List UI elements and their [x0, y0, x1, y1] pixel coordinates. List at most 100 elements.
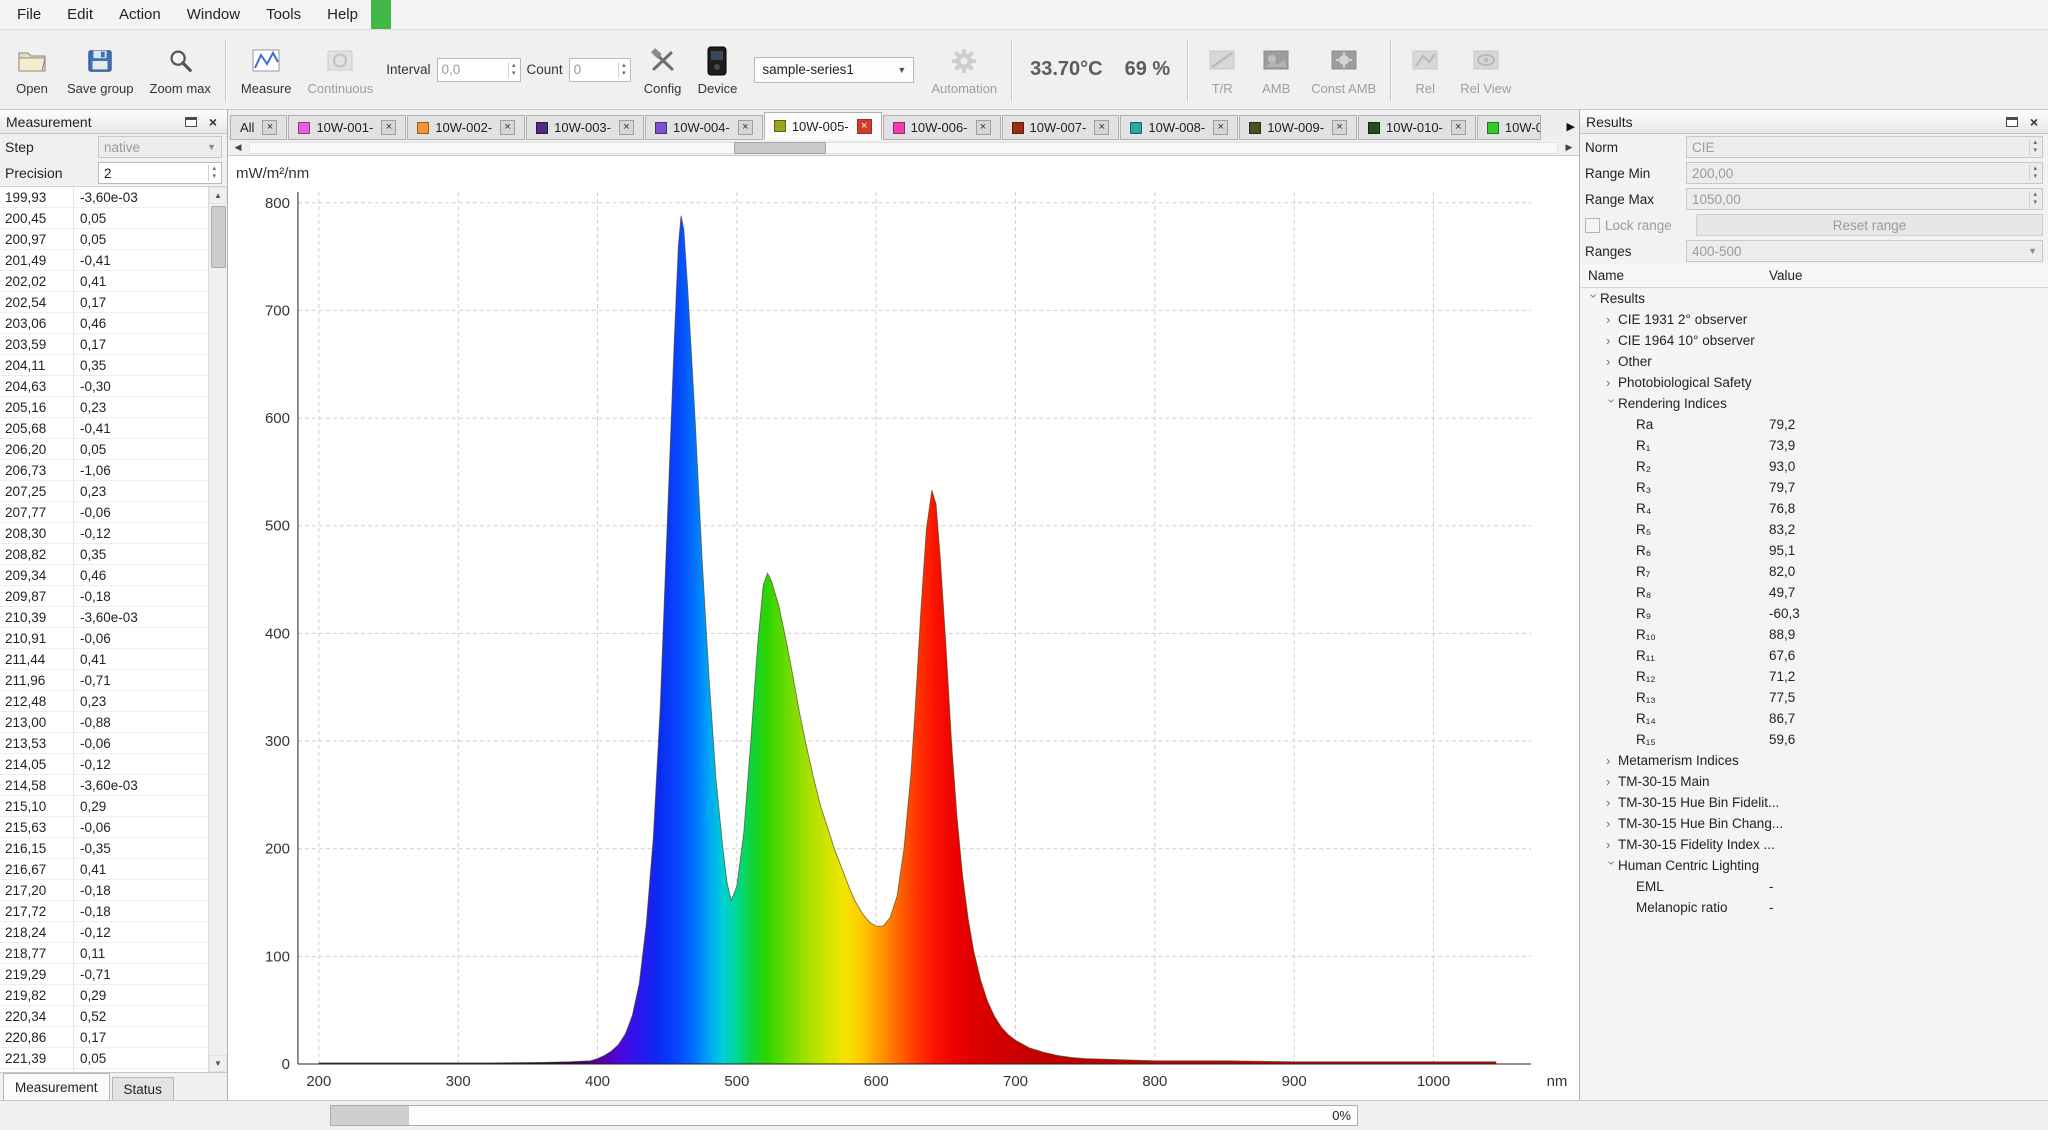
tab-10w-003[interactable]: 10W-003-×: [526, 115, 644, 140]
tree-item-r[interactable]: R₁73,9: [1580, 435, 2048, 456]
chevron-right-icon[interactable]: ›: [1606, 376, 1618, 389]
menu-help[interactable]: Help: [314, 0, 371, 29]
norm-select[interactable]: CIE ▴▾: [1686, 136, 2043, 158]
menu-file[interactable]: File: [4, 0, 54, 29]
rel-view-button[interactable]: Rel View: [1453, 34, 1518, 106]
tab-close-icon[interactable]: ×: [500, 120, 515, 135]
tree-item-eml[interactable]: EML-: [1580, 876, 2048, 897]
table-row[interactable]: 203,060,46: [0, 313, 208, 334]
tab-10w-006[interactable]: 10W-006-×: [883, 115, 1001, 140]
tree-item-ra[interactable]: Ra79,2: [1580, 414, 2048, 435]
zoom-max-button[interactable]: Zoom max: [143, 34, 218, 106]
table-row[interactable]: 204,63-0,30: [0, 376, 208, 397]
close-panel-button[interactable]: ×: [205, 114, 221, 129]
tab-scrollbar-thumb[interactable]: [734, 142, 826, 154]
table-row[interactable]: 212,480,23: [0, 691, 208, 712]
const-amb-button[interactable]: Const AMB: [1304, 34, 1383, 106]
tab-close-icon[interactable]: ×: [262, 120, 277, 135]
table-row[interactable]: 218,770,11: [0, 943, 208, 964]
tr-button[interactable]: T/R: [1196, 34, 1248, 106]
tree-item-r[interactable]: R₆95,1: [1580, 540, 2048, 561]
table-row[interactable]: 207,250,23: [0, 481, 208, 502]
ranges-select[interactable]: 400-500 ▼: [1686, 240, 2043, 262]
menu-edit[interactable]: Edit: [54, 0, 106, 29]
tab-10w-004[interactable]: 10W-004-×: [645, 115, 763, 140]
table-row[interactable]: 201,49-0,41: [0, 250, 208, 271]
tree-item-metamerism-indices[interactable]: ›Metamerism Indices: [1580, 750, 2048, 771]
tab-all[interactable]: All×: [230, 115, 287, 140]
chevron-right-icon[interactable]: ›: [1606, 775, 1618, 788]
table-row[interactable]: 205,160,23: [0, 397, 208, 418]
range-max-input[interactable]: 1050,00 ▴▾: [1686, 188, 2043, 210]
table-row[interactable]: 209,87-0,18: [0, 586, 208, 607]
chevron-down-icon[interactable]: ›: [1606, 861, 1619, 873]
chevron-right-icon[interactable]: ›: [1606, 754, 1618, 767]
chevron-right-icon[interactable]: ›: [1606, 796, 1618, 809]
tab-close-icon[interactable]: ×: [1213, 120, 1228, 135]
interval-spinner[interactable]: ▴▾: [508, 62, 516, 78]
count-input[interactable]: 0 ▴▾: [569, 58, 631, 82]
tree-item-photobiological-safety[interactable]: ›Photobiological Safety: [1580, 372, 2048, 393]
scroll-right-icon[interactable]: ▶: [1560, 141, 1578, 155]
table-row[interactable]: 219,820,29: [0, 985, 208, 1006]
open-button[interactable]: Open: [6, 34, 58, 106]
chevron-right-icon[interactable]: ›: [1606, 334, 1618, 347]
range-min-input[interactable]: 200,00 ▴▾: [1686, 162, 2043, 184]
table-row[interactable]: 217,20-0,18: [0, 880, 208, 901]
table-row[interactable]: 210,91-0,06: [0, 628, 208, 649]
tree-item-tm-30-15-main[interactable]: ›TM-30-15 Main: [1580, 771, 2048, 792]
chevron-right-icon[interactable]: ›: [1606, 838, 1618, 851]
close-panel-button[interactable]: ×: [2026, 114, 2042, 129]
tab-10w-011[interactable]: 10W-011-×: [1477, 115, 1541, 140]
tree-item-human-centric-lighting[interactable]: ›Human Centric Lighting: [1580, 855, 2048, 876]
menu-window[interactable]: Window: [174, 0, 253, 29]
tab-10w-001[interactable]: 10W-001-×: [288, 115, 406, 140]
table-row[interactable]: 200,450,05: [0, 208, 208, 229]
table-row[interactable]: 200,970,05: [0, 229, 208, 250]
tab-close-icon[interactable]: ×: [738, 120, 753, 135]
table-row[interactable]: 199,93-3,60e-03: [0, 187, 208, 208]
lock-range-checkbox[interactable]: [1585, 218, 1600, 233]
count-spinner[interactable]: ▴▾: [618, 62, 626, 78]
chart-canvas[interactable]: 0100200300400500600700800200300400500600…: [228, 156, 1579, 1100]
tab-10w-010[interactable]: 10W-010-×: [1358, 115, 1476, 140]
table-row[interactable]: 206,73-1,06: [0, 460, 208, 481]
precision-input[interactable]: 2 ▴▾: [98, 162, 222, 184]
table-row[interactable]: 221,390,05: [0, 1048, 208, 1069]
tree-item-results[interactable]: ›Results: [1580, 288, 2048, 309]
tree-item-r[interactable]: R₉-60,3: [1580, 603, 2048, 624]
table-row[interactable]: 202,020,41: [0, 271, 208, 292]
tree-item-r[interactable]: R₅83,2: [1580, 519, 2048, 540]
table-row[interactable]: 206,200,05: [0, 439, 208, 460]
config-button[interactable]: Config: [637, 34, 689, 106]
tree-item-r[interactable]: R₈49,7: [1580, 582, 2048, 603]
scrollbar-thumb[interactable]: [211, 206, 226, 268]
tree-item-r[interactable]: R₁₁67,6: [1580, 645, 2048, 666]
tree-item-r[interactable]: R₁₅59,6: [1580, 729, 2048, 750]
tree-item-cie-1964-10-observer[interactable]: ›CIE 1964 10° observer: [1580, 330, 2048, 351]
table-row[interactable]: 202,540,17: [0, 292, 208, 313]
chevron-right-icon[interactable]: ›: [1606, 817, 1618, 830]
tree-item-r[interactable]: R₃79,7: [1580, 477, 2048, 498]
table-row[interactable]: 210,39-3,60e-03: [0, 607, 208, 628]
tree-item-r[interactable]: R₁₃77,5: [1580, 687, 2048, 708]
device-button[interactable]: Device: [691, 34, 745, 106]
table-row[interactable]: 219,29-0,71: [0, 964, 208, 985]
tree-item-r[interactable]: R₇82,0: [1580, 561, 2048, 582]
tree-item-rendering-indices[interactable]: ›Rendering Indices: [1580, 393, 2048, 414]
continuous-button[interactable]: Continuous: [300, 34, 380, 106]
tab-10w-002[interactable]: 10W-002-×: [407, 115, 525, 140]
table-row[interactable]: 218,24-0,12: [0, 922, 208, 943]
table-row[interactable]: 207,77-0,06: [0, 502, 208, 523]
vertical-scrollbar[interactable]: ▲ ▼: [208, 187, 227, 1072]
scroll-up-icon[interactable]: ▲: [209, 187, 227, 204]
tree-item-tm-30-15-hue-bin-chang[interactable]: ›TM-30-15 Hue Bin Chang...: [1580, 813, 2048, 834]
table-row[interactable]: 211,440,41: [0, 649, 208, 670]
table-row[interactable]: 220,340,52: [0, 1006, 208, 1027]
table-row[interactable]: 204,110,35: [0, 355, 208, 376]
tab-10w-008[interactable]: 10W-008-×: [1120, 115, 1238, 140]
menu-action[interactable]: Action: [106, 0, 174, 29]
tab-status[interactable]: Status: [112, 1077, 174, 1100]
reset-range-button[interactable]: Reset range: [1696, 214, 2043, 236]
tab-close-icon[interactable]: ×: [1332, 120, 1347, 135]
